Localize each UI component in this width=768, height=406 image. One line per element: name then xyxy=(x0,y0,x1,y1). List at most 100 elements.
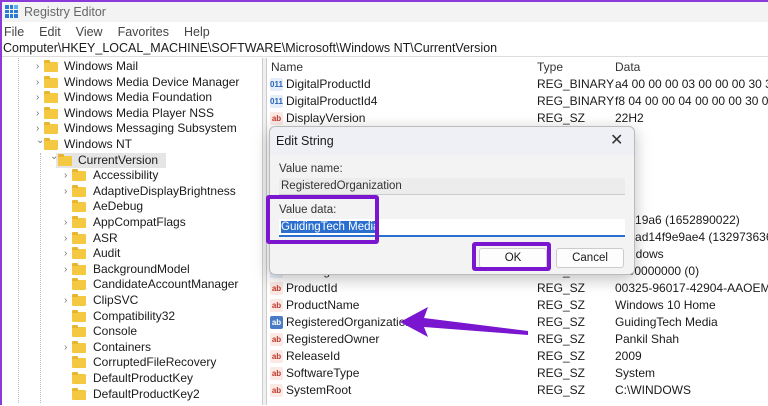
value-data-highlight xyxy=(266,195,379,244)
tree-item-label: DefaultProductKey2 xyxy=(93,386,200,401)
menu-bar: File Edit View Favorites Help xyxy=(0,24,768,40)
value-type: REG_SZ xyxy=(537,315,586,329)
close-icon[interactable]: ✕ xyxy=(610,130,623,150)
folder-icon xyxy=(44,75,58,88)
folder-icon xyxy=(72,278,86,291)
value-type: REG_SZ xyxy=(537,111,586,125)
folder-icon xyxy=(72,169,86,182)
tree-item-label: Windows Media Foundation xyxy=(64,90,213,105)
registry-tree[interactable]: › Windows Mail › Windows Media Device Manag… xyxy=(0,58,262,405)
column-type[interactable]: Type xyxy=(537,58,563,76)
ok-button-highlight xyxy=(472,242,551,271)
value-name: ReleaseId xyxy=(286,349,341,363)
image-border xyxy=(0,0,2,405)
title-bar: Registry Editor xyxy=(0,0,768,22)
tree-item[interactable]: › AppCompatFlags xyxy=(0,215,262,230)
folder-icon xyxy=(72,372,86,384)
tree-item[interactable]: › Containers xyxy=(0,340,262,355)
folder-icon xyxy=(72,325,86,338)
list-row[interactable]: ab ReleaseId REG_SZ 2009 xyxy=(267,348,768,365)
list-row[interactable]: 011 DigitalProductId4 REG_BINARY f8 04 00 0… xyxy=(267,93,768,110)
menu-edit[interactable]: Edit xyxy=(39,24,61,40)
tree-item-label: Audit xyxy=(93,246,121,261)
value-type: REG_SZ xyxy=(537,332,586,346)
tree-item[interactable]: › ASR xyxy=(0,231,262,246)
folder-icon xyxy=(58,153,72,166)
tree-item[interactable]: ⌄ CurrentVersion xyxy=(0,151,262,168)
value-type: REG_BINARY xyxy=(537,94,615,108)
tree-item-label: Accessibility xyxy=(93,168,159,183)
list-row[interactable]: 011 DigitalProductId REG_BINARY a4 00 00 00… xyxy=(267,76,768,93)
tree-item[interactable]: › ClipSVC xyxy=(0,293,262,308)
list-header: Name Type Data xyxy=(267,58,768,76)
tree-item-label: AdaptiveDisplayBrightness xyxy=(93,183,236,198)
tree-item[interactable]: Console xyxy=(0,324,262,339)
menu-help[interactable]: Help xyxy=(184,24,210,40)
value-name: SoftwareType xyxy=(286,366,360,380)
value-data: Pankil Shah xyxy=(615,332,680,346)
tree-item[interactable]: AeDebug xyxy=(0,199,262,214)
tree-item-label: CandidateAccountManager xyxy=(93,277,239,292)
value-data: GuidingTech Media xyxy=(615,315,718,329)
value-type: REG_SZ xyxy=(537,349,586,363)
tree-item-label: BackgroundModel xyxy=(93,261,190,276)
dialog-title: Edit String xyxy=(276,134,334,148)
folder-icon xyxy=(72,309,86,322)
tree-item-label: ClipSVC xyxy=(93,293,139,307)
column-name[interactable]: Name xyxy=(271,58,303,76)
tree-item[interactable]: › Windows Media Foundation xyxy=(0,90,262,105)
menu-file[interactable]: File xyxy=(4,24,24,40)
list-row[interactable]: ab ProductId REG_SZ 00325-96017-42904-AAOEM xyxy=(267,280,768,297)
tree-item[interactable]: DefaultProductKey2 xyxy=(0,387,262,402)
value-data: Windows 10 Home xyxy=(615,298,716,312)
tree-item[interactable]: DefaultProductKey xyxy=(0,371,262,386)
tree-item[interactable]: ⌄ Windows NT xyxy=(0,135,262,152)
string-value-icon: ab xyxy=(270,333,283,346)
column-data[interactable]: Data xyxy=(615,58,640,76)
tree-item-label: Windows Media Player NSS xyxy=(64,105,215,120)
folder-icon xyxy=(44,60,58,72)
folder-icon xyxy=(72,340,86,353)
value-data: System xyxy=(615,366,656,380)
string-value-icon: ab xyxy=(270,367,283,380)
value-name-label: Value name: xyxy=(279,163,343,175)
tree-item-label: Windows Mail xyxy=(64,59,139,73)
tree-item[interactable]: Compatibility32 xyxy=(0,309,262,324)
tree-item[interactable]: › BackgroundModel xyxy=(0,262,262,277)
tree-item[interactable]: › AdaptiveDisplayBrightness xyxy=(0,184,262,199)
list-row[interactable]: ab SystemRoot REG_SZ C:\WINDOWS xyxy=(267,382,768,399)
tree-item-label: Compatibility32 xyxy=(93,308,176,323)
tree-item[interactable]: › Accessibility xyxy=(0,168,262,183)
folder-icon xyxy=(72,356,86,369)
tree-item[interactable]: CandidateAccountManager xyxy=(0,277,262,292)
tree-item[interactable]: › Windows Media Player NSS xyxy=(0,106,262,121)
tree-item-label: AeDebug xyxy=(93,199,144,214)
string-value-icon: ab xyxy=(270,299,283,312)
tree-item-label: Windows Media Device Manager xyxy=(64,74,240,89)
tree-item[interactable]: › Audit xyxy=(0,246,262,261)
folder-icon xyxy=(72,262,86,275)
folder-icon xyxy=(72,216,86,228)
value-data: d86ad14f9e9ae4 (132973636 xyxy=(615,230,768,244)
string-value-icon: ab xyxy=(270,316,283,329)
value-name: DisplayVersion xyxy=(286,111,366,125)
menu-favorites[interactable]: Favorites xyxy=(118,24,169,40)
folder-icon xyxy=(72,387,86,400)
folder-icon xyxy=(72,247,86,260)
value-name: ProductName xyxy=(286,298,360,312)
address-bar[interactable]: Computer\HKEY_LOCAL_MACHINE\SOFTWARE\Mic… xyxy=(0,40,768,57)
list-row[interactable]: ab SoftwareType REG_SZ System xyxy=(267,365,768,382)
list-row[interactable]: ab DisplayVersion REG_SZ 22H2 xyxy=(267,110,768,127)
tree-item[interactable]: › Windows Mail xyxy=(0,59,262,74)
tree-item-label: CorruptedFileRecovery xyxy=(93,355,217,370)
tree-item[interactable]: › Windows Media Device Manager xyxy=(0,75,262,90)
tree-item[interactable]: CorruptedFileRecovery xyxy=(0,355,262,370)
cancel-button[interactable]: Cancel xyxy=(556,248,624,268)
value-data: 2009 xyxy=(615,349,642,363)
value-data: 22H2 xyxy=(615,111,644,125)
menu-view[interactable]: View xyxy=(76,24,103,40)
binary-value-icon: 011 xyxy=(270,95,283,108)
folder-icon xyxy=(72,231,86,244)
tree-item-label: Console xyxy=(93,324,138,339)
value-name: ProductId xyxy=(286,281,338,295)
